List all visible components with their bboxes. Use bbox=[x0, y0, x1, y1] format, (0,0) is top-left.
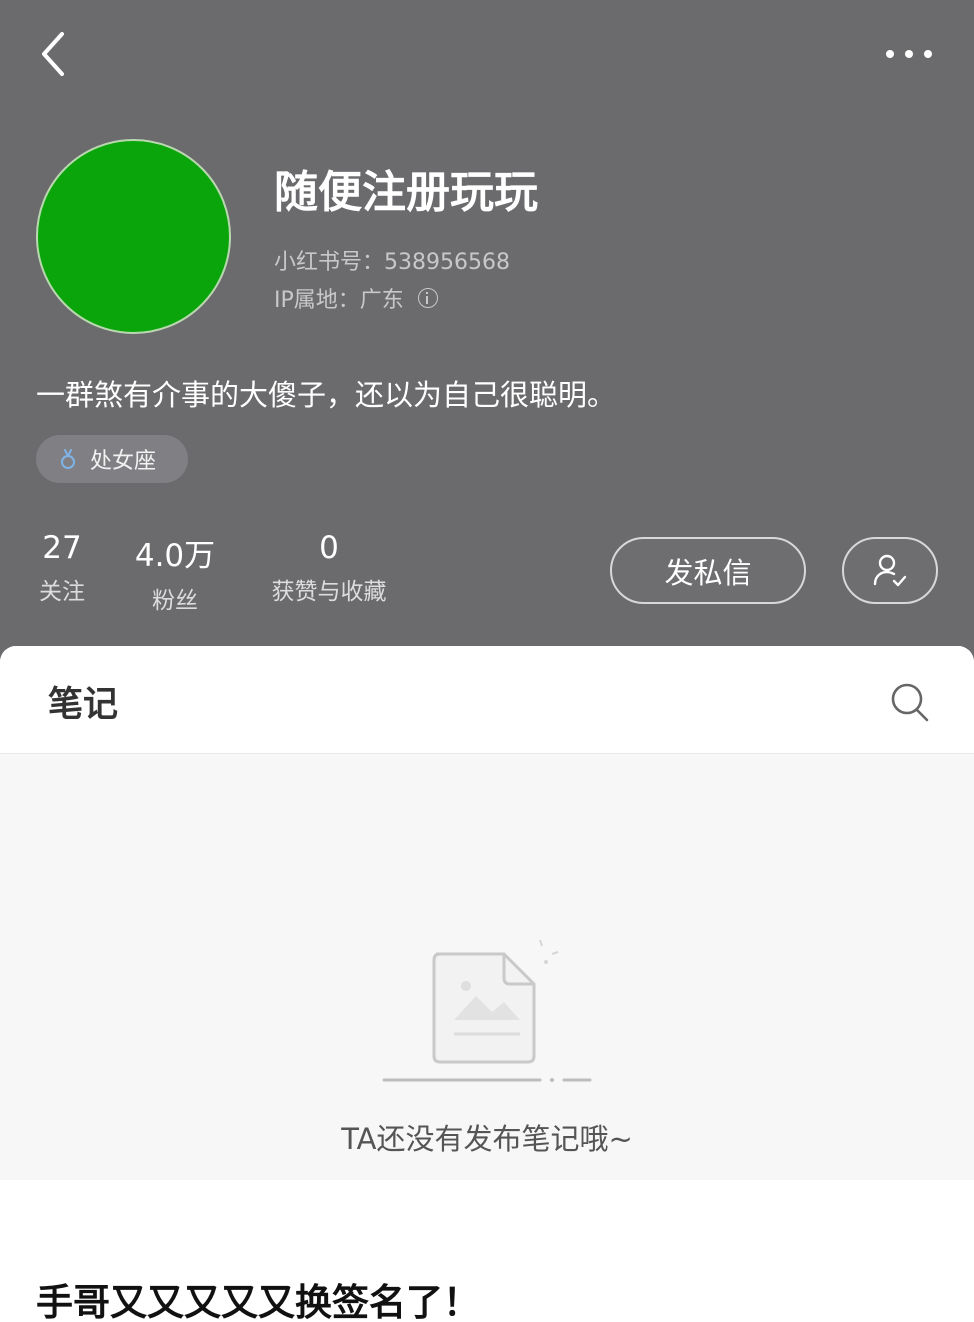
more-button[interactable] bbox=[876, 30, 942, 78]
message-button[interactable]: 发私信 bbox=[610, 537, 806, 604]
bio: 一群煞有介事的大傻子，还以为自己很聪明。 bbox=[36, 378, 617, 412]
stat-following-label: 关注 bbox=[39, 579, 85, 605]
zodiac-label: 处女座 bbox=[90, 449, 157, 474]
ip-location-text: IP属地：广东 bbox=[274, 288, 404, 313]
notes-tabbar: 笔记 bbox=[0, 646, 974, 754]
stat-fans-label: 粉丝 bbox=[152, 588, 198, 614]
avatar[interactable] bbox=[36, 139, 231, 334]
user-id-text: 小红书号：538956568 bbox=[274, 250, 510, 275]
empty-notes-text: TA还没有发布笔记哦~ bbox=[341, 1122, 633, 1156]
virgo-icon bbox=[61, 449, 75, 469]
stat-following-value: 27 bbox=[42, 530, 82, 566]
info-icon[interactable] bbox=[417, 288, 438, 308]
nickname: 随便注册玩玩 bbox=[274, 167, 538, 218]
user-id: 小红书号：538956568 bbox=[274, 244, 510, 276]
search-icon bbox=[891, 683, 929, 722]
more-dots-icon bbox=[886, 50, 932, 58]
stat-fans-value: 4.0万 bbox=[134, 538, 216, 574]
search-button[interactable] bbox=[888, 680, 932, 724]
caption-text: 手哥又又又又又换签名了！ bbox=[36, 1281, 480, 1322]
profile-header: 随便注册玩玩 小红书号：538956568 IP属地：广东 一群煞有介事的大傻子… bbox=[0, 0, 974, 680]
chevron-left-icon bbox=[42, 32, 64, 76]
tab-notes[interactable]: 笔记 bbox=[48, 676, 118, 727]
follow-button[interactable] bbox=[842, 537, 938, 604]
stat-fans[interactable]: 4.0万 粉丝 bbox=[134, 530, 216, 615]
stat-likes-label: 获赞与收藏 bbox=[271, 579, 387, 605]
back-button[interactable] bbox=[30, 24, 80, 84]
stat-likes[interactable]: 0 获赞与收藏 bbox=[262, 530, 396, 606]
zodiac-tag: 处女座 bbox=[36, 435, 188, 483]
empty-notes-illustration bbox=[382, 939, 592, 1082]
stat-following[interactable]: 27 关注 bbox=[36, 530, 88, 606]
user-check-icon bbox=[873, 554, 907, 586]
ip-location: IP属地：广东 bbox=[274, 282, 438, 314]
notes-panel: 笔记 TA还没有发布笔记哦~ bbox=[0, 646, 974, 1180]
stat-likes-value: 0 bbox=[319, 530, 339, 566]
